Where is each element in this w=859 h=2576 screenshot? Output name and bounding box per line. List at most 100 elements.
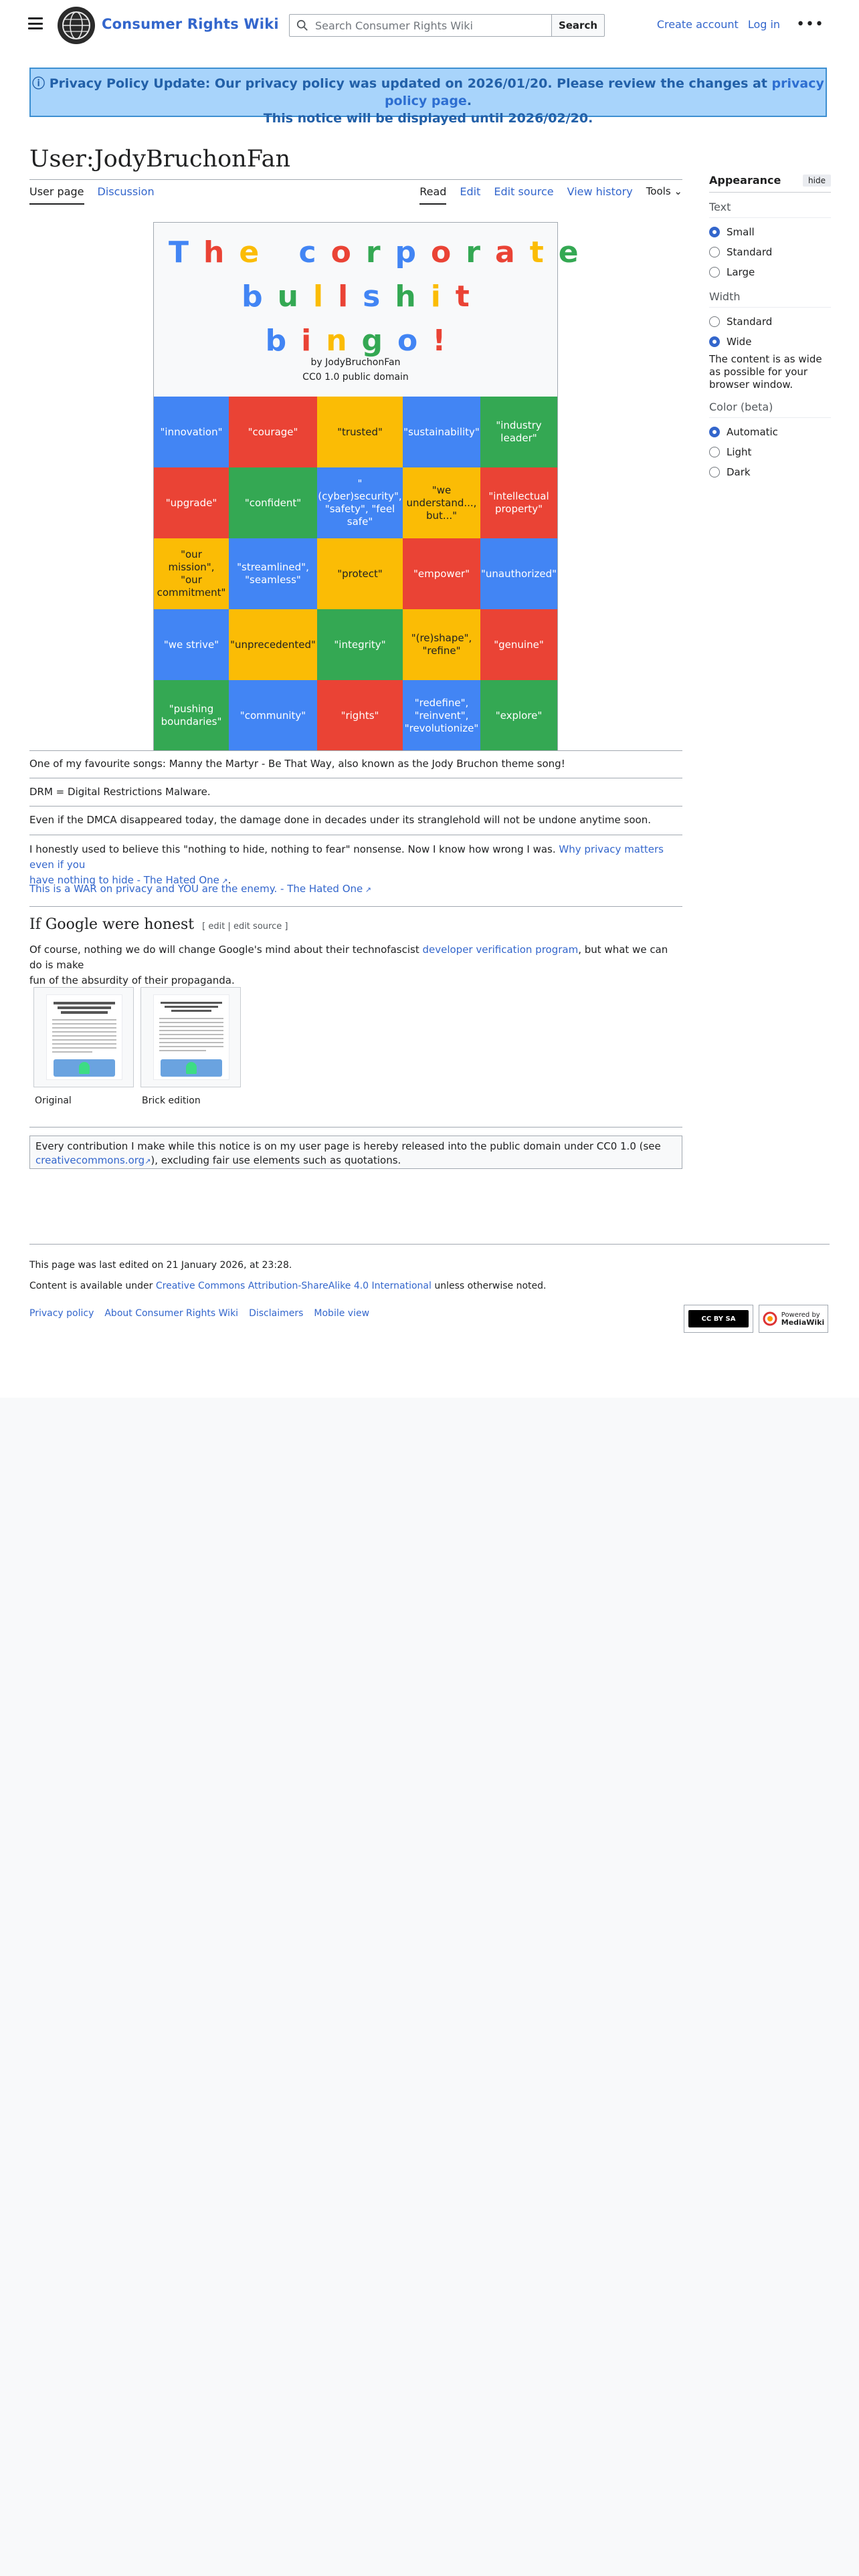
bingo-title-letter: e: [558, 235, 593, 270]
bingo-cell: "we understand..., but...": [403, 467, 480, 538]
main-menu-icon[interactable]: [28, 17, 43, 29]
namespace-tabs: User page Discussion: [29, 185, 155, 205]
bingo-title-letter: e: [239, 235, 274, 270]
footer-privacy-policy-link[interactable]: Privacy policy: [29, 1308, 94, 1319]
tab-edit[interactable]: Edit: [460, 185, 480, 203]
bingo-title-letter: b: [265, 324, 302, 358]
radio-selected-icon: [709, 227, 720, 237]
external-link-icon: ↗: [363, 885, 371, 894]
google-text: fun of the absurdity of their propaganda…: [29, 974, 235, 986]
bingo-title-letter: i: [430, 280, 456, 314]
bingo-grid: "innovation" "courage" "trusted" "sustainab…: [154, 397, 557, 751]
bingo-author: by JodyBruchonFan: [310, 357, 401, 368]
search-button[interactable]: Search: [551, 14, 605, 37]
bingo-title-line: bullshit: [154, 275, 557, 319]
paragraph-war: This is a WAR on privacy and YOU are the…: [29, 881, 682, 897]
log-in-link[interactable]: Log in: [748, 18, 780, 31]
developer-verification-link[interactable]: developer verification program: [422, 944, 578, 956]
footer-links: Privacy policy About Consumer Rights Wik…: [29, 1308, 369, 1319]
tools-label: Tools: [646, 185, 671, 197]
cc0-notice: Every contribution I make while this not…: [29, 1136, 682, 1169]
section-edit-links[interactable]: [ edit | edit source ]: [202, 922, 288, 932]
badge-text: MediaWiki: [781, 1318, 825, 1327]
footer-disclaimers-link[interactable]: Disclaimers: [249, 1308, 303, 1319]
cc-by-sa-badge[interactable]: CC BY SA: [684, 1305, 753, 1333]
bingo-card: The corporate bullshit bingo! by JodyBruch…: [153, 222, 579, 751]
bingo-title-letter: h: [203, 235, 240, 270]
hide-button[interactable]: hide: [803, 174, 831, 187]
notice-text: ⓘ Privacy Policy Update: Our privacy pol…: [32, 76, 772, 91]
site-name[interactable]: Consumer Rights Wiki: [102, 16, 279, 32]
paragraph-drm: DRM = Digital Restrictions Malware.: [29, 786, 211, 798]
thumbnail-original[interactable]: [33, 987, 134, 1087]
text-size-label: Text: [709, 201, 831, 218]
paragraph-song: One of my favourite songs: Manny the Mar…: [29, 758, 565, 770]
bingo-cell: "(cyber)security", "safety", "feel safe": [317, 467, 403, 538]
thumbnail-brick-edition[interactable]: [140, 987, 241, 1087]
site-logo[interactable]: [58, 7, 95, 44]
site-notice: ⓘ Privacy Policy Update: Our privacy pol…: [29, 68, 827, 126]
radio-selected-icon: [709, 427, 720, 437]
bingo-title-letter: u: [277, 280, 313, 314]
bingo-cell: "streamlined", "seamless": [229, 538, 317, 609]
footer-mobile-view-link[interactable]: Mobile view: [314, 1308, 369, 1319]
option-label: Large: [727, 266, 755, 278]
bingo-title-letter: g: [361, 324, 398, 358]
google-text: Of course, nothing we do will change Goo…: [29, 944, 423, 956]
notice-punct: .: [466, 94, 472, 108]
tab-user-page[interactable]: User page: [29, 185, 84, 205]
bingo-cell: "innovation": [154, 397, 229, 467]
powered-by-mediawiki-badge[interactable]: Powered by MediaWiki: [759, 1305, 828, 1333]
option-label: Light: [727, 446, 752, 458]
bingo-license: CC0 1.0 public domain: [302, 372, 409, 383]
personal-tools: Create account Log in •••: [657, 17, 824, 31]
more-options-icon[interactable]: •••: [796, 17, 824, 31]
chevron-down-icon: ⌄: [674, 185, 682, 197]
creativecommons-link[interactable]: creativecommons.org: [35, 1154, 145, 1166]
radio-icon: [709, 467, 720, 477]
bingo-credit: by JodyBruchonFan CC0 1.0 public domain: [154, 355, 557, 385]
bingo-cell: "courage": [229, 397, 317, 467]
war-on-privacy-link[interactable]: This is a WAR on privacy and YOU are the…: [29, 883, 363, 895]
tab-view-history[interactable]: View history: [567, 185, 633, 203]
cc-text: Every contribution I make while this not…: [35, 1140, 661, 1152]
tab-read[interactable]: Read: [419, 185, 447, 205]
tab-discussion[interactable]: Discussion: [98, 185, 155, 205]
width-standard-option[interactable]: Standard: [709, 316, 831, 328]
section-heading: If Google were honest [ edit | edit sourc…: [29, 916, 288, 933]
option-label: Dark: [727, 466, 751, 478]
bingo-title-letter: !: [432, 324, 461, 358]
text-size-large-option[interactable]: Large: [709, 266, 831, 278]
color-automatic-option[interactable]: Automatic: [709, 426, 831, 438]
color-label: Color (beta): [709, 401, 831, 418]
license-text: Content is available under: [29, 1281, 156, 1291]
search-input[interactable]: [314, 17, 547, 33]
bingo-title-line: The corporate: [154, 231, 579, 275]
color-dark-option[interactable]: Dark: [709, 466, 831, 478]
bingo-title-letter: t: [455, 280, 484, 314]
privacy-text: I honestly used to believe this "nothing…: [29, 843, 559, 855]
tools-menu[interactable]: Tools ⌄: [646, 185, 682, 197]
bingo-title-letter: p: [395, 235, 432, 270]
footer-about-link[interactable]: About Consumer Rights Wiki: [104, 1308, 238, 1319]
license-link[interactable]: Creative Commons Attribution-ShareAlike …: [156, 1281, 432, 1291]
cc-text: ), excluding fair use elements such as q…: [151, 1154, 401, 1166]
bingo-title-letter: b: [242, 280, 278, 314]
last-edited: This page was last edited on 21 January …: [29, 1260, 292, 1271]
cc-badge-label: CC BY SA: [688, 1310, 749, 1327]
width-wide-option[interactable]: Wide: [709, 336, 831, 348]
text-size-small-option[interactable]: Small: [709, 226, 831, 238]
site-header: Consumer Rights Wiki Search Create accou…: [0, 0, 859, 52]
bingo-cell: "sustainability": [403, 397, 480, 467]
color-light-option[interactable]: Light: [709, 446, 831, 458]
bingo-cell: "empower": [403, 538, 480, 609]
text-size-standard-option[interactable]: Standard: [709, 246, 831, 258]
radio-icon: [709, 316, 720, 327]
option-label: Standard: [727, 316, 773, 328]
bingo-title-letter: o: [431, 235, 466, 270]
search-field[interactable]: [289, 14, 553, 37]
bingo-title-letter: r: [365, 235, 395, 270]
tab-edit-source[interactable]: Edit source: [494, 185, 553, 203]
create-account-link[interactable]: Create account: [657, 18, 739, 31]
bingo-cell: "upgrade": [154, 467, 229, 538]
